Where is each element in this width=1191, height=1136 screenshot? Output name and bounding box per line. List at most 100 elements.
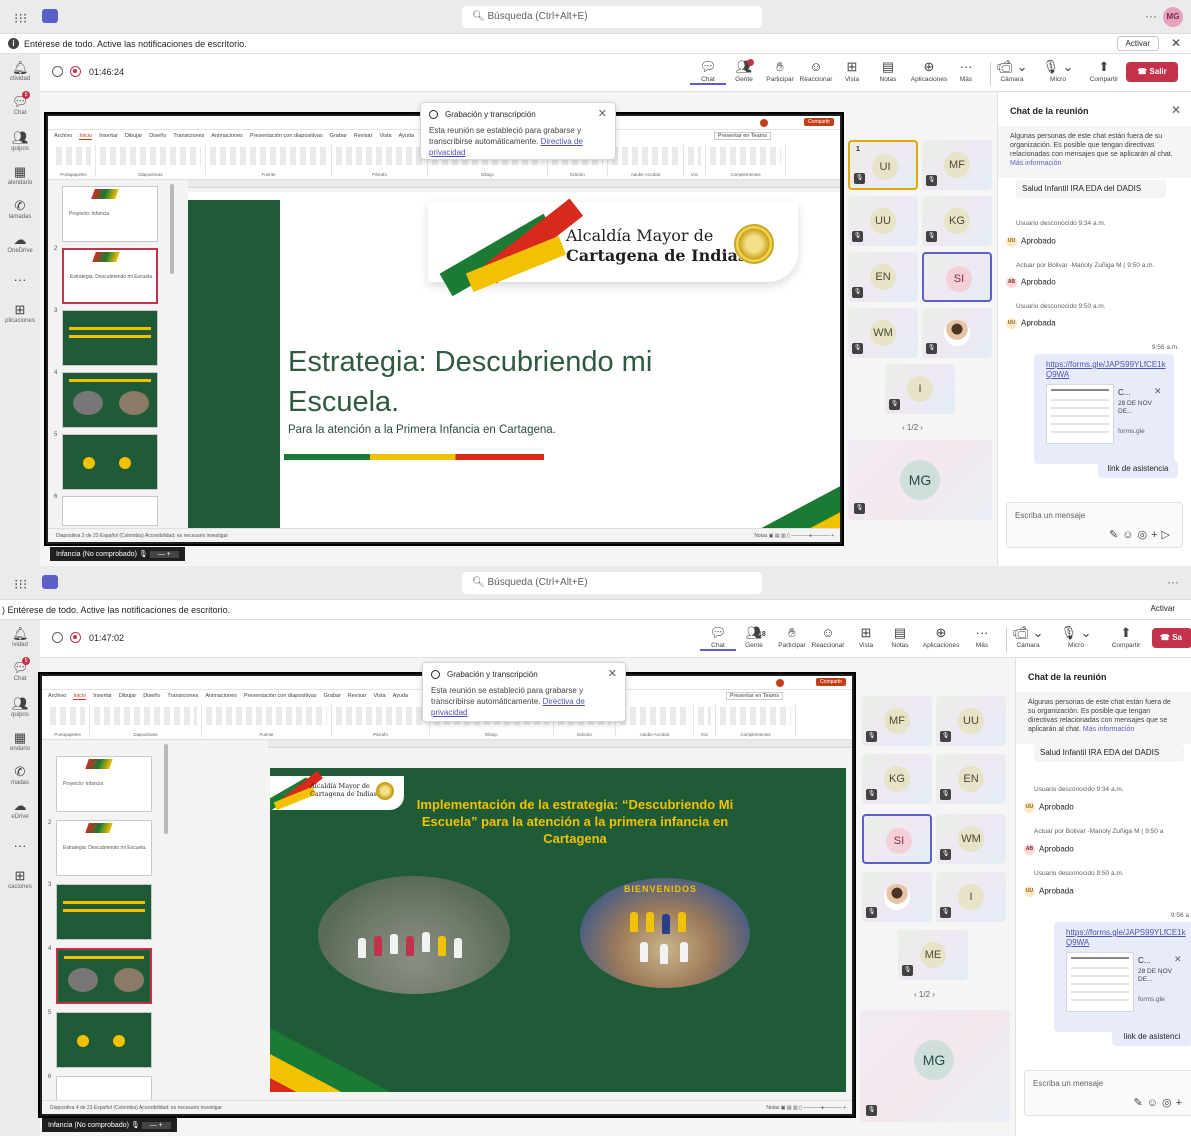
participant-tile[interactable]: 🎙︎ — [922, 308, 992, 358]
form-link[interactable]: https://forms.gle/JAPS99YLfCE1kQ9WA — [1066, 928, 1190, 948]
ppt-tab[interactable]: Dibujar — [125, 133, 142, 139]
ppt-tab[interactable]: Grabar — [324, 693, 341, 699]
ppt-tab[interactable]: Presentación con diapositivas — [250, 133, 323, 139]
rail-calendar[interactable]: ▦ endario — [0, 730, 40, 752]
rail-teams[interactable]: 👥︎ quipos — [0, 696, 40, 718]
slide-thumbnail[interactable] — [56, 1012, 152, 1068]
participant-tile[interactable]: KG 🎙︎ — [862, 754, 932, 804]
participant-tile[interactable]: ME 🎙︎ — [898, 930, 968, 980]
ppt-tab[interactable]: Diseño — [143, 693, 160, 699]
emoji-icon[interactable]: ☺ — [1122, 529, 1137, 541]
notes-button[interactable]: ▤ Notas — [882, 624, 918, 649]
slide-thumbnail-selected[interactable] — [56, 948, 152, 1004]
activate-button[interactable]: Activar — [1142, 602, 1183, 615]
view-button[interactable]: ⊞ Vista — [848, 624, 884, 649]
search-input[interactable]: 🔍︎ Búsqueda (Ctrl+Alt+E) — [462, 6, 762, 28]
form-link[interactable]: https://forms.gle/JAPS99YLfCE1kQ9WA — [1046, 360, 1170, 380]
self-view-tile[interactable]: MG 🎙︎ — [860, 1010, 1010, 1122]
ribbon-buttons[interactable] — [94, 707, 197, 725]
ppt-tab[interactable]: Animaciones — [205, 693, 237, 699]
participant-tile[interactable]: I 🎙︎ — [936, 872, 1006, 922]
more-info-link[interactable]: Más información — [1010, 160, 1061, 167]
rail-calls[interactable]: ✆ madas — [0, 764, 40, 786]
slide-thumbnail[interactable] — [62, 372, 158, 428]
thumbnail-scrollbar[interactable] — [170, 184, 174, 274]
present-in-teams-button[interactable]: Presentar en Teams — [713, 132, 771, 140]
leave-button[interactable]: ☎︎ Salir — [1126, 62, 1178, 82]
more-options-icon[interactable]: ··· — [1145, 9, 1157, 23]
ribbon-buttons[interactable] — [210, 147, 327, 165]
ppt-tab[interactable]: Presentación con diapositivas — [244, 693, 317, 699]
ppt-tab[interactable]: Revisar — [354, 133, 373, 139]
search-input[interactable]: 🔍︎ Búsqueda (Ctrl+Alt+E) — [462, 572, 762, 594]
participant-tile[interactable]: WM 🎙︎ — [936, 814, 1006, 864]
thumbnail-scrollbar[interactable] — [164, 744, 168, 834]
compose-box[interactable]: Escriba un mensaje ✎☺◎+▷ — [1006, 502, 1183, 548]
participant-tile-active[interactable]: SI — [922, 252, 992, 302]
gallery-pager[interactable]: ‹ 1/2 › — [914, 990, 935, 999]
rail-teams[interactable]: 👥︎ quipos — [0, 130, 40, 152]
ppt-tab[interactable]: Grabar — [330, 133, 347, 139]
app-launcher-icon[interactable]: ⁝⁝⁝ — [14, 10, 27, 27]
slide-thumbnail[interactable]: Proyecto: Infancia — [62, 186, 158, 242]
chat-button[interactable]: 💬︎ Chat — [700, 624, 736, 651]
compose-box[interactable]: Escriba un mensaje ✎☺◎+ — [1024, 1070, 1191, 1116]
leave-button[interactable]: ☎︎ Sa — [1152, 628, 1191, 648]
notes-button[interactable]: ▤ Notas — [870, 58, 906, 83]
view-button[interactable]: ⊞ Vista — [834, 58, 870, 83]
slide-thumbnail[interactable] — [56, 884, 152, 940]
participant-tile[interactable]: I 🎙︎ — [885, 364, 955, 414]
camera-button[interactable]: 📹︎ ⌄ Cámara — [1010, 624, 1046, 649]
slide-thumbnail[interactable]: Proyecto: Infancia — [56, 756, 152, 812]
raise-hand-button[interactable]: ✋︎ Participar — [762, 58, 798, 83]
slide-thumbnail[interactable] — [62, 310, 158, 366]
rail-more[interactable]: ··· — [0, 272, 40, 288]
ribbon-buttons[interactable] — [698, 707, 711, 725]
activate-button[interactable]: Activar — [1116, 36, 1159, 51]
participant-tile[interactable]: EN 🎙︎ — [936, 754, 1006, 804]
format-icon[interactable]: ✎ — [1109, 529, 1122, 541]
share-button[interactable]: ⬆︎ Compartir — [1108, 624, 1144, 649]
compose-tools[interactable]: ✎☺◎+ — [1134, 1096, 1187, 1109]
share-button[interactable]: ⬆︎ Compartir — [1086, 58, 1122, 83]
popup-close-icon[interactable]: ✕ — [608, 667, 617, 680]
raise-hand-button[interactable]: ✋︎ Participar — [774, 624, 810, 649]
react-button[interactable]: ☺ Reaccionar — [798, 58, 834, 83]
rail-calendar[interactable]: ▦ alendario — [0, 164, 40, 186]
participant-tile[interactable]: WM 🎙︎ — [848, 308, 918, 358]
slide-thumbnail[interactable]: Estrategia: Descubriendo mi Escuela. — [56, 820, 152, 876]
ppt-tab[interactable]: Ayuda — [393, 693, 409, 699]
slide-thumbnail[interactable] — [62, 434, 158, 490]
present-in-teams-button[interactable]: Presentar en Teams — [725, 692, 783, 700]
ppt-share-button[interactable]: Compartir — [804, 118, 834, 126]
ribbon-buttons[interactable] — [50, 707, 85, 725]
ppt-tab[interactable]: Vista — [373, 693, 385, 699]
rail-chat[interactable]: 💬︎ 5 Chat — [0, 657, 40, 682]
participant-tile[interactable]: 🎙︎ — [862, 872, 932, 922]
participant-tile[interactable]: EN 🎙︎ — [848, 252, 918, 302]
loop-icon[interactable]: ◎ — [1137, 529, 1151, 541]
ppt-tab[interactable]: Insertar — [93, 693, 112, 699]
ribbon-buttons[interactable] — [688, 147, 701, 165]
plus-icon[interactable]: + — [1176, 1097, 1186, 1109]
format-icon[interactable]: ✎ — [1134, 1097, 1147, 1109]
close-icon[interactable]: ✕ — [1171, 36, 1181, 50]
ribbon-buttons[interactable] — [56, 147, 91, 165]
chat-button[interactable]: 💬︎ Chat — [690, 58, 726, 85]
ribbon-buttons[interactable] — [710, 147, 781, 165]
ribbon-buttons[interactable] — [620, 707, 689, 725]
ppt-tab[interactable]: Ayuda — [399, 133, 415, 139]
rail-apps[interactable]: ⊞ plicaciones — [0, 302, 40, 324]
rail-onedrive[interactable]: ☁︎ OneDrive — [0, 232, 40, 254]
more-button[interactable]: ··· Más — [964, 624, 1000, 649]
zoom-controls[interactable]: Notas ▣ ▤ ▥ ▯ ─────●───── + — [754, 533, 834, 539]
rail-activity[interactable]: 🔔︎ ctividad — [0, 60, 40, 82]
ribbon-buttons[interactable] — [206, 707, 327, 725]
avatar[interactable]: MG — [1163, 7, 1183, 27]
ppt-tab[interactable]: Archivo — [48, 693, 66, 699]
rail-apps[interactable]: ⊞ caciones — [0, 868, 40, 890]
participant-tile[interactable]: 1 UI 🎙︎ — [848, 140, 918, 190]
ppt-tab-home[interactable]: Inicio — [73, 693, 87, 700]
remove-preview-icon[interactable]: ✕ — [1154, 386, 1162, 397]
ppt-tab[interactable]: Insertar — [99, 133, 118, 139]
